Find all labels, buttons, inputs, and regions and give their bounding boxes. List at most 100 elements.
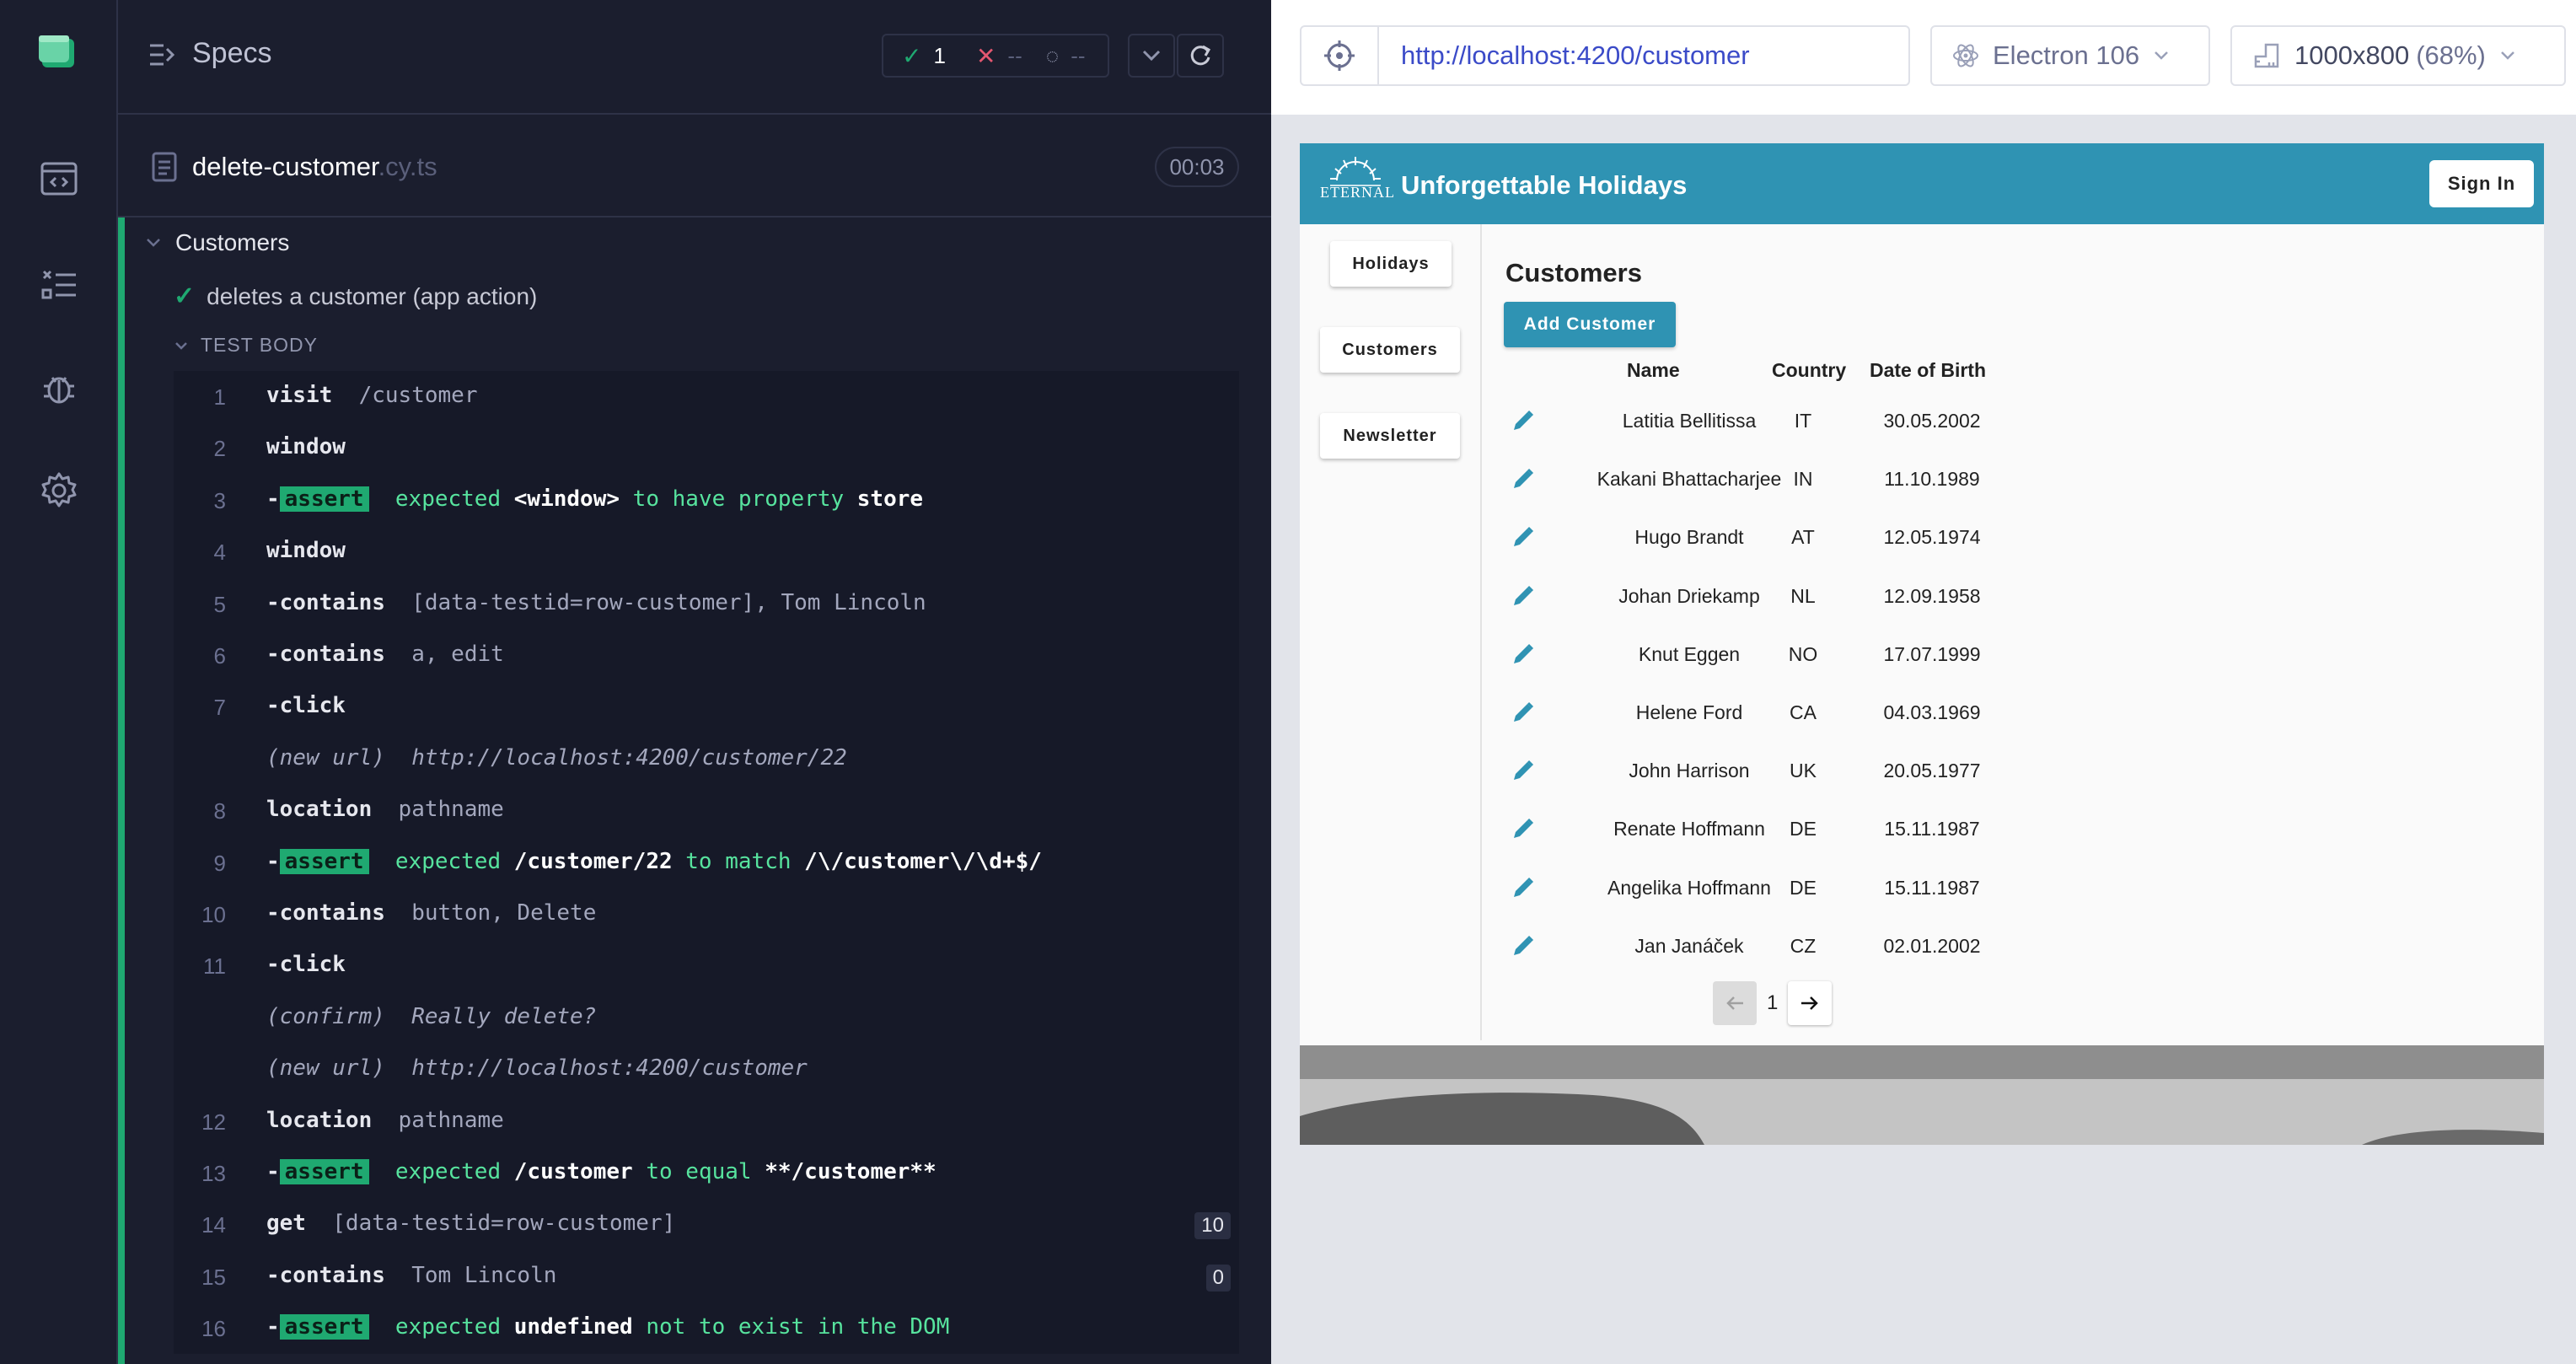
next-page-button[interactable] [1788, 981, 1833, 1025]
command-body: get [data-testid=row-customer] [266, 1211, 675, 1236]
command-body: -contains button, Delete [266, 900, 596, 926]
command-message: button, Delete [411, 900, 597, 926]
command-row[interactable]: 9 - assert expected /customer/22 to match … [174, 837, 1239, 888]
command-name: contains [279, 900, 385, 926]
command-event-row[interactable]: (new url) http://localhost:4200/customer… [174, 733, 1239, 784]
logo-text: ETERNAL [1320, 184, 1395, 201]
url-bar[interactable]: http://localhost:4200/customer [1300, 25, 1910, 86]
command-row[interactable]: 5 -contains [data-testid=row-customer], T… [174, 578, 1239, 629]
customer-dob: 12.05.1974 [1883, 526, 1981, 549]
command-name: location [266, 797, 373, 823]
customer-country: CZ [1790, 934, 1817, 957]
electron-atom-icon [1953, 44, 1978, 67]
command-row[interactable]: 6 -contains a, edit [174, 630, 1239, 680]
command-event-row[interactable]: (confirm) Really delete? [174, 992, 1239, 1043]
cypress-logo-icon[interactable] [37, 34, 78, 71]
suite-title-row[interactable]: Customers [145, 229, 289, 256]
spec-file-ext: .cy.ts [378, 152, 437, 181]
command-row[interactable]: 11 -click [174, 940, 1239, 991]
customer-country: AT [1791, 526, 1815, 549]
command-row[interactable]: 13 - assert expected /customer to equal **… [174, 1147, 1239, 1198]
app-frame: ETERNAL Unforgettable Holidays Sign In H… [1300, 143, 2544, 1145]
command-row[interactable]: 3 - assert expected <window> to have prope… [174, 475, 1239, 525]
command-body: location pathname [266, 1108, 504, 1133]
customer-country: CA [1790, 701, 1817, 723]
command-body: location pathname [266, 797, 504, 822]
command-number: 5 [213, 591, 226, 617]
passed-count: 1 [933, 42, 946, 68]
passed-check-icon: ✓ [174, 282, 196, 310]
command-body: -click [266, 952, 372, 977]
command-event-row[interactable]: (new url) http://localhost:4200/customer [174, 1044, 1239, 1094]
command-row[interactable]: 8 location pathname [174, 785, 1239, 835]
spec-file-basename: delete-customer [192, 152, 378, 181]
command-row[interactable]: 7 -click [174, 681, 1239, 732]
command-row[interactable]: 15 -contains Tom Lincoln 0 [174, 1251, 1239, 1302]
command-name: click [279, 693, 346, 719]
table-row: Kakani Bhattacharjee IN 11.10.1989 [1300, 449, 2544, 507]
test-title-row[interactable]: ✓ deletes a customer (app action) [174, 282, 537, 311]
spec-file-row: delete-customer.cy.ts 00:03 [118, 116, 1271, 217]
command-body: - assert expected <window> to have proper… [266, 486, 923, 512]
restart-tests-button[interactable] [1177, 34, 1224, 78]
command-row[interactable]: 2 window [174, 422, 1239, 473]
nav-customers-button[interactable]: Customers [1320, 327, 1460, 373]
command-prefix: - [266, 952, 280, 978]
command-row[interactable]: 16 - assert expected undefined not to exis… [174, 1302, 1239, 1353]
column-header-name: Name [1627, 359, 1680, 381]
test-body-label: TEST BODY [201, 334, 318, 356]
command-row[interactable]: 4 window [174, 526, 1239, 577]
collapse-specs-icon[interactable] [148, 42, 177, 71]
specs-label[interactable]: Specs [192, 37, 272, 70]
settings-gear-icon[interactable] [34, 465, 84, 516]
command-body: (new url) http://localhost:4200/customer… [266, 745, 847, 771]
nav-holidays-button[interactable]: Holidays [1330, 241, 1452, 287]
current-url[interactable]: http://localhost:4200/customer [1379, 40, 1750, 71]
event-message: Really delete? [411, 1003, 597, 1029]
selector-playground-button[interactable] [1301, 27, 1379, 84]
column-header-dob: Date of Birth [1870, 359, 1986, 381]
command-row[interactable]: 1 visit /customer [174, 371, 1239, 422]
table-row: Hugo Brandt AT 12.05.1974 [1300, 507, 2544, 566]
viewport-selector[interactable]: 1000x800 (68%) [2230, 25, 2566, 86]
assert-part: to equal [646, 1159, 752, 1184]
customer-dob: 15.11.1987 [1884, 818, 1980, 840]
command-body: window [266, 434, 372, 459]
command-number: 13 [201, 1161, 226, 1186]
assert-badge: assert [279, 1159, 369, 1184]
spec-file-name: delete-customer.cy.ts [192, 152, 437, 182]
current-page: 1 [1767, 991, 1779, 1014]
customer-country: NL [1790, 584, 1816, 607]
sign-in-button[interactable]: Sign In [2429, 160, 2534, 207]
command-message: a, edit [411, 642, 504, 667]
specs-list-icon[interactable] [34, 153, 84, 204]
command-row[interactable]: 10 -contains button, Delete [174, 889, 1239, 939]
command-prefix: - [266, 1314, 280, 1340]
customer-dob: 17.07.1999 [1883, 642, 1981, 665]
previous-page-button[interactable] [1713, 981, 1757, 1025]
assert-part: expected [394, 486, 502, 512]
customer-dob: 20.05.1977 [1883, 760, 1981, 782]
command-row[interactable]: 14 get [data-testid=row-customer] 10 [174, 1199, 1239, 1249]
event-label: (confirm) [266, 1003, 385, 1029]
element-count-badge: 10 [1194, 1212, 1231, 1240]
assert-part: /\/customer\/\d+$/ [804, 848, 1042, 874]
eternal-logo[interactable]: ETERNAL [1320, 152, 1395, 216]
customer-dob: 12.09.1958 [1883, 584, 1981, 607]
browser-selector[interactable]: Electron 106 [1930, 25, 2210, 86]
command-row[interactable]: 12 location pathname [174, 1096, 1239, 1147]
table-row: Knut Eggen NO 17.07.1999 [1300, 625, 2544, 683]
test-body-header[interactable]: TEST BODY [174, 334, 318, 357]
command-name: visit [266, 383, 333, 408]
toggle-auto-scroll-button[interactable] [1128, 34, 1175, 78]
viewport-size: 1000x800 [2294, 40, 2410, 70]
event-message: http://localhost:4200/customer [411, 1055, 808, 1082]
command-message: [data-testid=row-customer], Tom Lincoln [411, 589, 926, 615]
passed-check-icon: ✓ [902, 42, 922, 69]
runs-icon[interactable] [34, 258, 84, 309]
command-body: window [266, 538, 372, 563]
debug-bug-icon[interactable] [34, 362, 84, 413]
table-row: Latitia Bellitissa IT 30.05.2002 [1300, 391, 2544, 449]
page-title: Customers [1505, 258, 1642, 287]
add-customer-button[interactable]: Add Customer [1504, 302, 1676, 347]
